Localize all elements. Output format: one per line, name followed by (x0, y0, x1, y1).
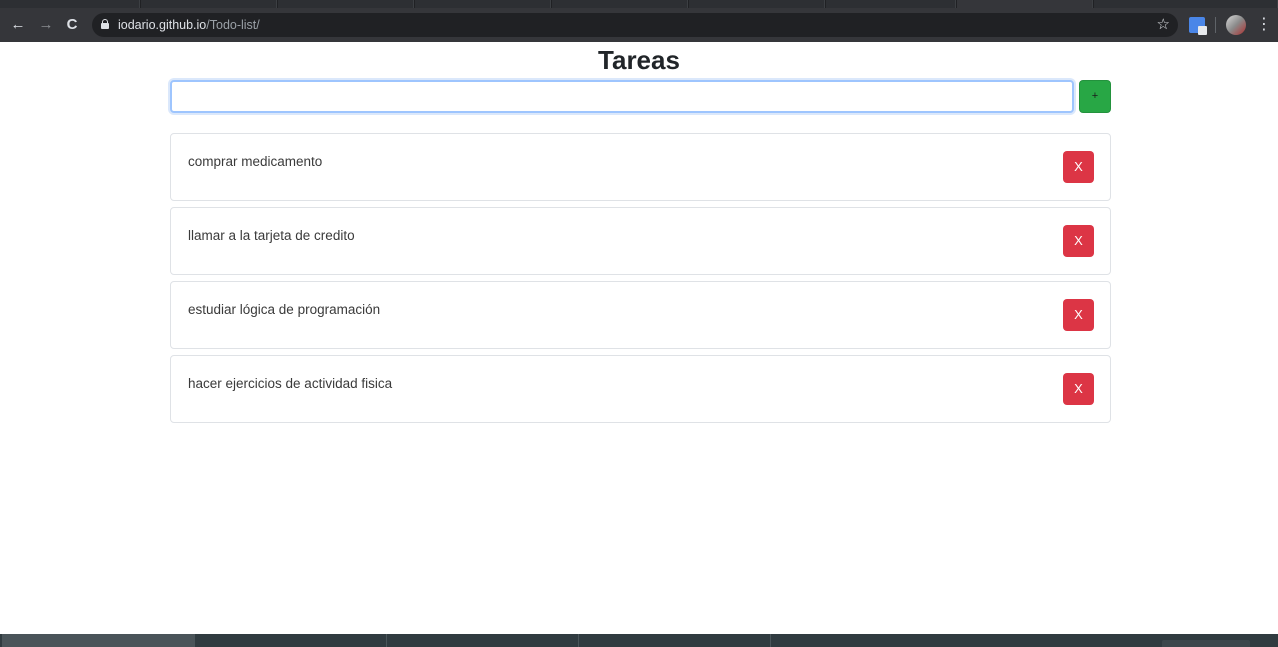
bookmark-star-button[interactable]: ☆ (1157, 15, 1170, 35)
delete-task-button[interactable]: X (1063, 151, 1094, 183)
reload-icon: C (66, 16, 78, 33)
url-text: iodario.github.io/Todo-list/ (118, 17, 260, 33)
browser-tab[interactable] (1094, 0, 1278, 8)
taskbar-item[interactable] (580, 634, 771, 647)
os-taskbar (0, 634, 1278, 647)
back-button[interactable]: ← (8, 15, 28, 35)
browser-tab-strip (0, 0, 1278, 8)
task-list: comprar medicamento X llamar a la tarjet… (170, 133, 1111, 429)
add-task-button[interactable]: + (1079, 80, 1111, 113)
arrow-right-icon: → (38, 16, 54, 33)
delete-task-button[interactable]: X (1063, 373, 1094, 405)
reload-button[interactable]: C (62, 15, 82, 35)
browser-toolbar: ← → C iodario.github.io/Todo-list/ ☆ (0, 8, 1278, 42)
browser-tab[interactable] (415, 0, 551, 8)
task-item: hacer ejercicios de actividad fisica X (170, 355, 1111, 423)
delete-task-button[interactable]: X (1063, 225, 1094, 257)
taskbar-item[interactable] (2, 634, 195, 647)
task-item: comprar medicamento X (170, 133, 1111, 201)
translate-extension-icon[interactable] (1189, 17, 1207, 35)
task-text: estudiar lógica de programación (188, 302, 381, 317)
delete-task-button[interactable]: X (1063, 299, 1094, 331)
task-item: llamar a la tarjeta de credito X (170, 207, 1111, 275)
task-text: hacer ejercicios de actividad fisica (188, 376, 393, 391)
task-input[interactable] (170, 80, 1074, 113)
vertical-dots-icon: ⋮ (1256, 16, 1272, 33)
lock-icon (101, 19, 109, 29)
arrow-left-icon: ← (10, 16, 26, 33)
task-text: llamar a la tarjeta de credito (188, 228, 355, 243)
browser-tab[interactable] (0, 0, 140, 8)
url-host: iodario.github.io (118, 18, 207, 32)
taskbar-item[interactable] (388, 634, 579, 647)
browser-tab[interactable] (826, 0, 956, 8)
star-icon: ☆ (1156, 16, 1170, 33)
browser-tab[interactable] (278, 0, 414, 8)
system-tray (1162, 640, 1250, 647)
task-item: estudiar lógica de programación X (170, 281, 1111, 349)
task-text: comprar medicamento (188, 154, 323, 169)
browser-menu-button[interactable]: ⋮ (1256, 15, 1272, 35)
address-bar[interactable]: iodario.github.io/Todo-list/ ☆ (92, 13, 1178, 37)
profile-avatar[interactable] (1226, 15, 1246, 35)
url-path: /Todo-list/ (206, 18, 260, 32)
taskbar-item[interactable] (196, 634, 387, 647)
browser-tab[interactable] (689, 0, 825, 8)
browser-tab[interactable] (552, 0, 688, 8)
browser-tab-active[interactable] (957, 0, 1093, 8)
toolbar-divider (1215, 17, 1216, 33)
browser-tab[interactable] (141, 0, 277, 8)
page-title: Tareas (598, 45, 680, 75)
forward-button[interactable]: → (36, 15, 56, 35)
